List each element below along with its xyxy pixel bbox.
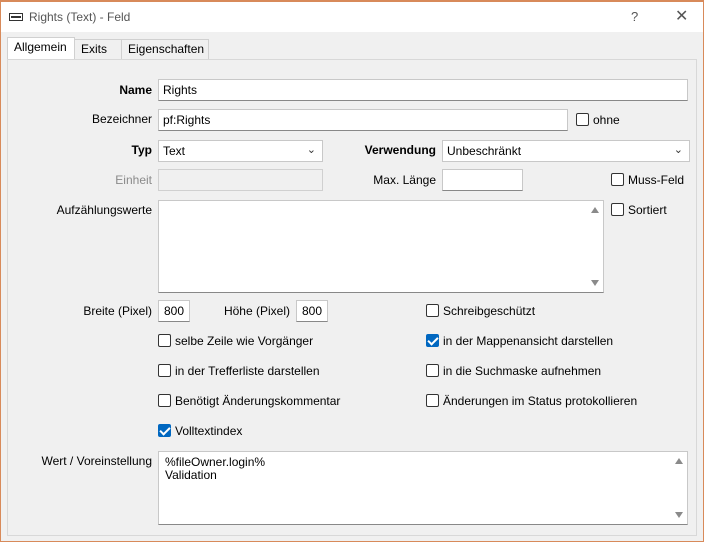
aenderungskommentar-label: Benötigt Änderungskommentar bbox=[175, 394, 341, 408]
dialog-window: Rights (Text) - Feld ? ✕ Allgemein Exits… bbox=[0, 0, 704, 542]
wert-line-1: %fileOwner.login% bbox=[165, 455, 266, 469]
hoehe-field[interactable]: 800 bbox=[296, 300, 328, 322]
bezeichner-label: Bezeichner bbox=[91, 112, 152, 126]
ohne-label: ohne bbox=[593, 113, 620, 127]
wert-label: Wert / Voreinstellung bbox=[41, 454, 152, 468]
status-protokoll-label: Änderungen im Status protokollieren bbox=[443, 394, 638, 408]
scroll-up-icon[interactable] bbox=[675, 458, 683, 464]
max-laenge-field[interactable] bbox=[442, 169, 523, 191]
selbe-zeile-label: selbe Zeile wie Vorgänger bbox=[175, 334, 314, 348]
wert-line-2: Validation bbox=[165, 468, 217, 482]
close-button[interactable]: ✕ bbox=[675, 6, 688, 26]
mappenansicht-checkbox[interactable] bbox=[426, 334, 439, 347]
scroll-down-icon[interactable] bbox=[675, 512, 683, 518]
tab-exits[interactable]: Exits bbox=[74, 39, 122, 59]
aufzaehlungswerte-textarea[interactable] bbox=[158, 200, 604, 293]
typ-select[interactable]: Text ⌄ bbox=[158, 140, 323, 162]
trefferliste-label: in der Trefferliste darstellen bbox=[175, 364, 320, 378]
verwendung-select-value: Unbeschränkt bbox=[447, 144, 522, 158]
max-laenge-label: Max. Länge bbox=[373, 173, 436, 187]
suchmaske-checkbox[interactable] bbox=[426, 364, 439, 377]
schreibgeschuetzt-label: Schreibgeschützt bbox=[443, 304, 536, 318]
mappenansicht-label: in der Mappenansicht darstellen bbox=[443, 334, 614, 348]
typ-label: Typ bbox=[131, 143, 152, 157]
scroll-up-icon[interactable] bbox=[591, 207, 599, 213]
title-bar: Rights (Text) - Feld ? ✕ bbox=[1, 2, 703, 32]
verwendung-select[interactable]: Unbeschränkt ⌄ bbox=[442, 140, 690, 162]
window-icon bbox=[9, 13, 23, 21]
suchmaske-label: in die Suchmaske aufnehmen bbox=[443, 364, 602, 378]
name-field[interactable]: Rights bbox=[158, 79, 688, 101]
hoehe-label: Höhe (Pixel) bbox=[223, 304, 290, 318]
sortiert-label: Sortiert bbox=[628, 203, 667, 217]
selbe-zeile-checkbox[interactable] bbox=[158, 334, 171, 347]
scroll-down-icon[interactable] bbox=[591, 280, 599, 286]
bezeichner-field[interactable]: pf:Rights bbox=[158, 109, 568, 131]
name-label: Name bbox=[119, 83, 152, 97]
muss-feld-label: Muss-Feld bbox=[628, 173, 685, 187]
status-protokoll-checkbox[interactable] bbox=[426, 394, 439, 407]
breite-label: Breite (Pixel) bbox=[83, 304, 152, 318]
tab-eigenschaften[interactable]: Eigenschaften bbox=[121, 39, 209, 59]
muss-feld-checkbox[interactable] bbox=[611, 173, 624, 186]
sortiert-checkbox[interactable] bbox=[611, 203, 624, 216]
tab-allgemein[interactable]: Allgemein bbox=[7, 37, 75, 59]
chevron-down-icon: ⌄ bbox=[306, 144, 316, 156]
help-button[interactable]: ? bbox=[631, 9, 638, 24]
verwendung-label: Verwendung bbox=[364, 143, 436, 157]
trefferliste-checkbox[interactable] bbox=[158, 364, 171, 377]
schreibgeschuetzt-checkbox[interactable] bbox=[426, 304, 439, 317]
aenderungskommentar-checkbox[interactable] bbox=[158, 394, 171, 407]
einheit-label: Einheit bbox=[115, 173, 152, 187]
wert-textarea[interactable]: %fileOwner.login% Validation bbox=[158, 451, 688, 525]
window-title: Rights (Text) - Feld bbox=[29, 10, 131, 24]
ohne-checkbox[interactable] bbox=[576, 113, 589, 126]
typ-select-value: Text bbox=[163, 144, 186, 158]
aufzaehlungswerte-label: Aufzählungswerte bbox=[56, 203, 152, 217]
volltextindex-label: Volltextindex bbox=[175, 424, 243, 438]
einheit-field bbox=[158, 169, 323, 191]
chevron-down-icon: ⌄ bbox=[673, 144, 683, 156]
breite-field[interactable]: 800 bbox=[158, 300, 190, 322]
volltextindex-checkbox[interactable] bbox=[158, 424, 171, 437]
